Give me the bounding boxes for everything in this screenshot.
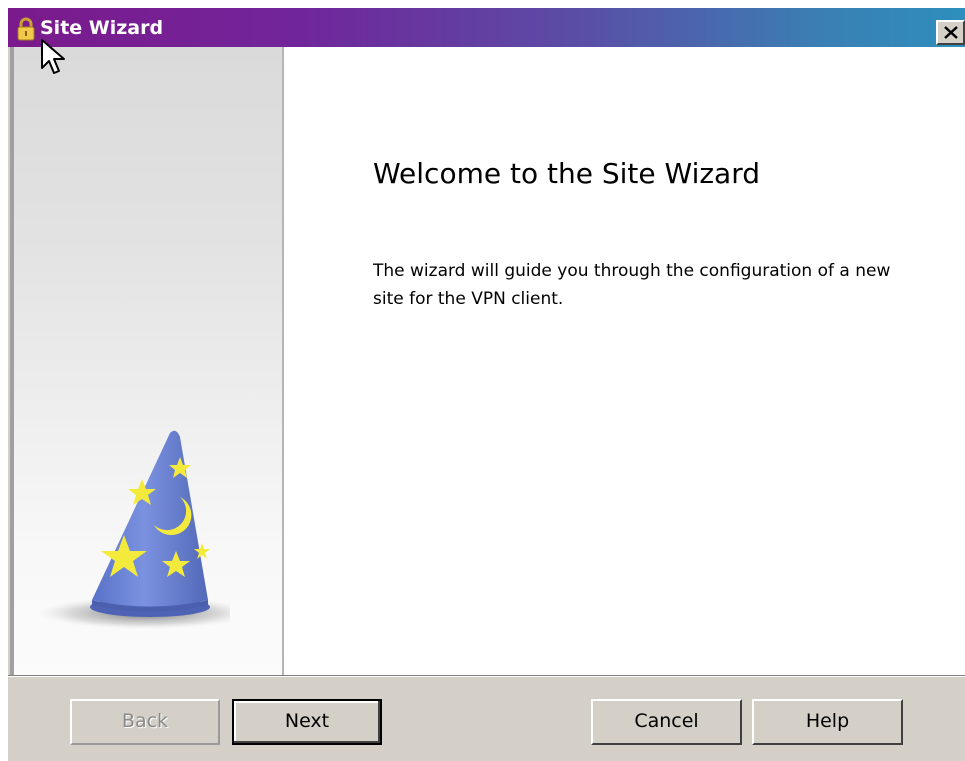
site-wizard-window: Site Wizard Welcome to the Site Wizard T…: [8, 8, 965, 761]
side-panel: [10, 47, 284, 675]
page-title: Welcome to the Site Wizard: [373, 157, 760, 190]
close-icon: [944, 26, 958, 39]
footer-divider: [8, 675, 965, 677]
wizard-body: Welcome to the Site Wizard The wizard wi…: [10, 47, 965, 675]
close-button[interactable]: [936, 20, 965, 45]
help-button[interactable]: Help: [752, 699, 903, 745]
content-area: Welcome to the Site Wizard The wizard wi…: [286, 47, 965, 675]
lock-icon: [17, 17, 35, 41]
mouse-cursor-icon: [41, 39, 65, 74]
description-text: The wizard will guide you through the co…: [373, 261, 891, 309]
back-button[interactable]: Back: [70, 699, 220, 745]
cancel-button[interactable]: Cancel: [591, 699, 742, 745]
wizard-hat-icon: [39, 430, 230, 629]
window-title: Site Wizard: [40, 17, 164, 39]
title-bar[interactable]: Site Wizard: [8, 8, 965, 47]
next-button[interactable]: Next: [232, 699, 382, 745]
